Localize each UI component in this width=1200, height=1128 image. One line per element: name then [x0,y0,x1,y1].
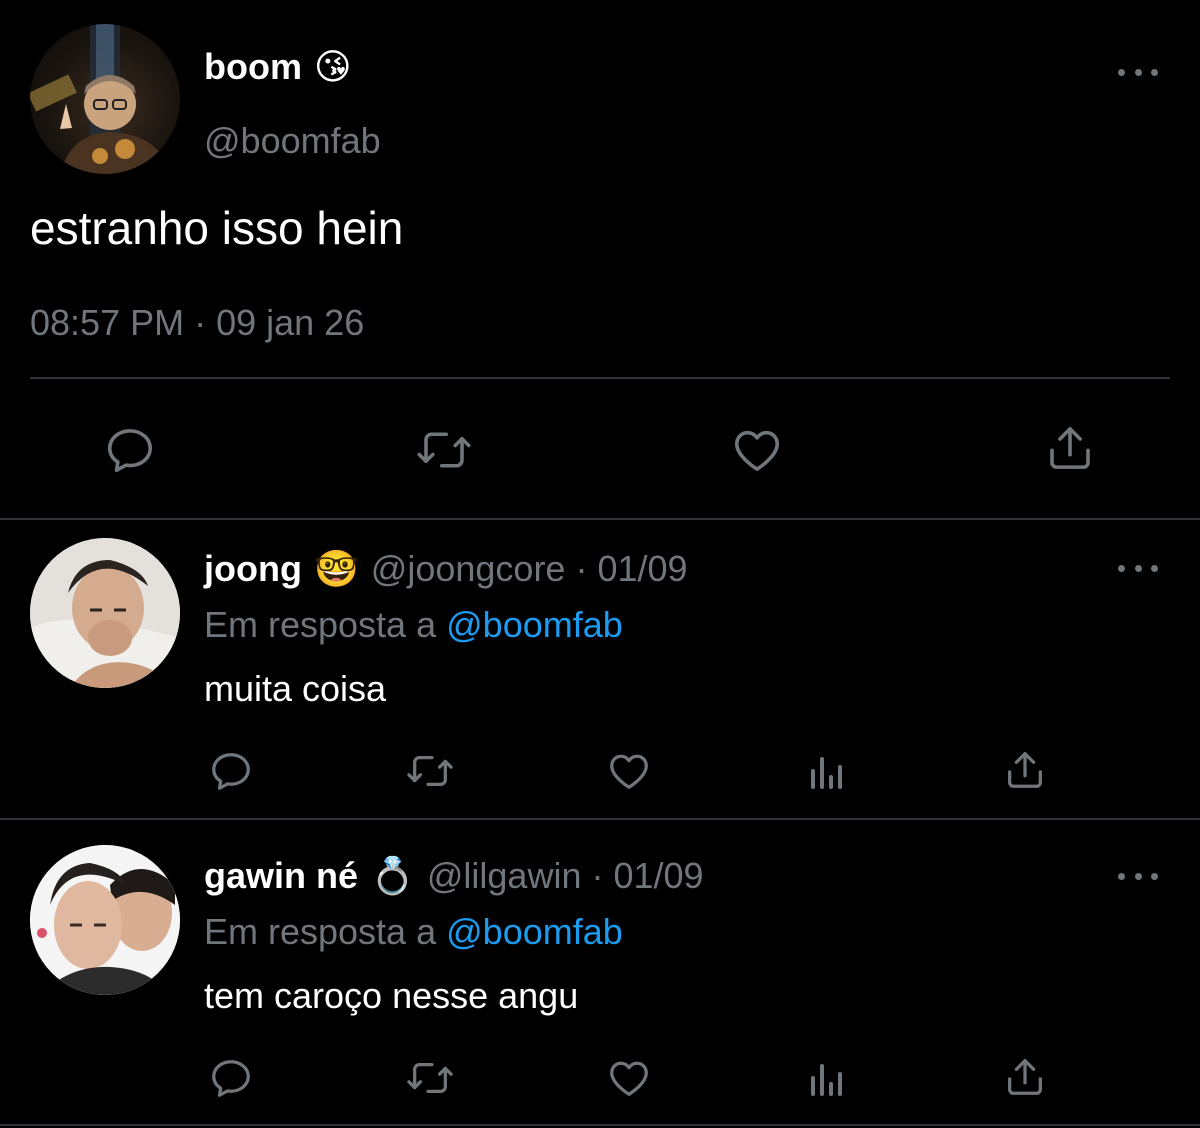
reply-text: muita coisa [204,668,387,709]
reply-handle-date[interactable]: @lilgawin · 01/09 [427,855,704,897]
reply-display-name[interactable]: joong [204,548,302,590]
reply-display-name[interactable]: gawin né [204,855,358,897]
reply-header: gawin né 💍 @lilgawin · 01/09 [204,855,704,897]
divider [0,1124,1200,1126]
reply-icon[interactable] [100,420,160,480]
reply-text: tem caroço nesse angu [204,975,579,1016]
like-icon[interactable] [727,420,787,480]
more-options-icon[interactable] [1118,62,1158,82]
dot [1151,564,1158,572]
main-handle[interactable]: @boomfab [204,120,381,162]
reply-prefix: Em resposta a [204,604,437,645]
share-icon[interactable] [1000,1051,1050,1103]
tweet-text: estranho isso hein [30,202,404,254]
share-icon[interactable] [1000,744,1050,796]
retweet-icon[interactable] [414,420,474,480]
reply-avatar[interactable] [30,538,180,688]
ring-emoji-icon: 💍 [370,856,415,897]
dot [1118,564,1125,572]
divider [0,518,1200,520]
reply-icon[interactable] [206,746,256,796]
dot [1118,872,1125,880]
dot [1134,872,1142,880]
reply-header: joong 🤓 @joongcore · 01/09 [204,548,688,590]
reply-avatar[interactable] [30,845,180,995]
divider [0,818,1200,820]
nerd-emoji-icon: 🤓 [313,549,359,590]
dot [1151,872,1158,880]
divider [30,377,1170,379]
display-name-text: boom [204,46,302,87]
dot [1134,68,1142,76]
main-avatar[interactable] [30,24,180,174]
views-icon[interactable] [804,1053,850,1103]
reply-context: Em resposta a @boomfab [204,604,623,646]
reply-to-link[interactable]: @boomfab [446,604,623,645]
retweet-icon[interactable] [402,1053,458,1103]
kiss-emoji-icon: 😘 [313,46,352,88]
share-icon[interactable] [1040,418,1100,478]
retweet-icon[interactable] [402,746,458,796]
reply-handle-date[interactable]: @joongcore · 01/09 [371,548,688,590]
reply-context: Em resposta a @boomfab [204,911,623,953]
tweet-timestamp[interactable]: 08:57 PM · 09 jan 26 [30,302,364,344]
reply-to-link[interactable]: @boomfab [446,911,623,952]
more-options-icon[interactable] [1118,866,1158,886]
dot [1118,68,1125,76]
reply-prefix: Em resposta a [204,911,437,952]
main-display-name[interactable]: boom 😘 [204,46,352,88]
more-options-icon[interactable] [1118,558,1158,578]
reply-icon[interactable] [206,1053,256,1103]
like-icon[interactable] [604,746,654,796]
dot [1134,564,1142,572]
dot [1151,68,1158,76]
views-icon[interactable] [804,746,850,796]
like-icon[interactable] [604,1053,654,1103]
